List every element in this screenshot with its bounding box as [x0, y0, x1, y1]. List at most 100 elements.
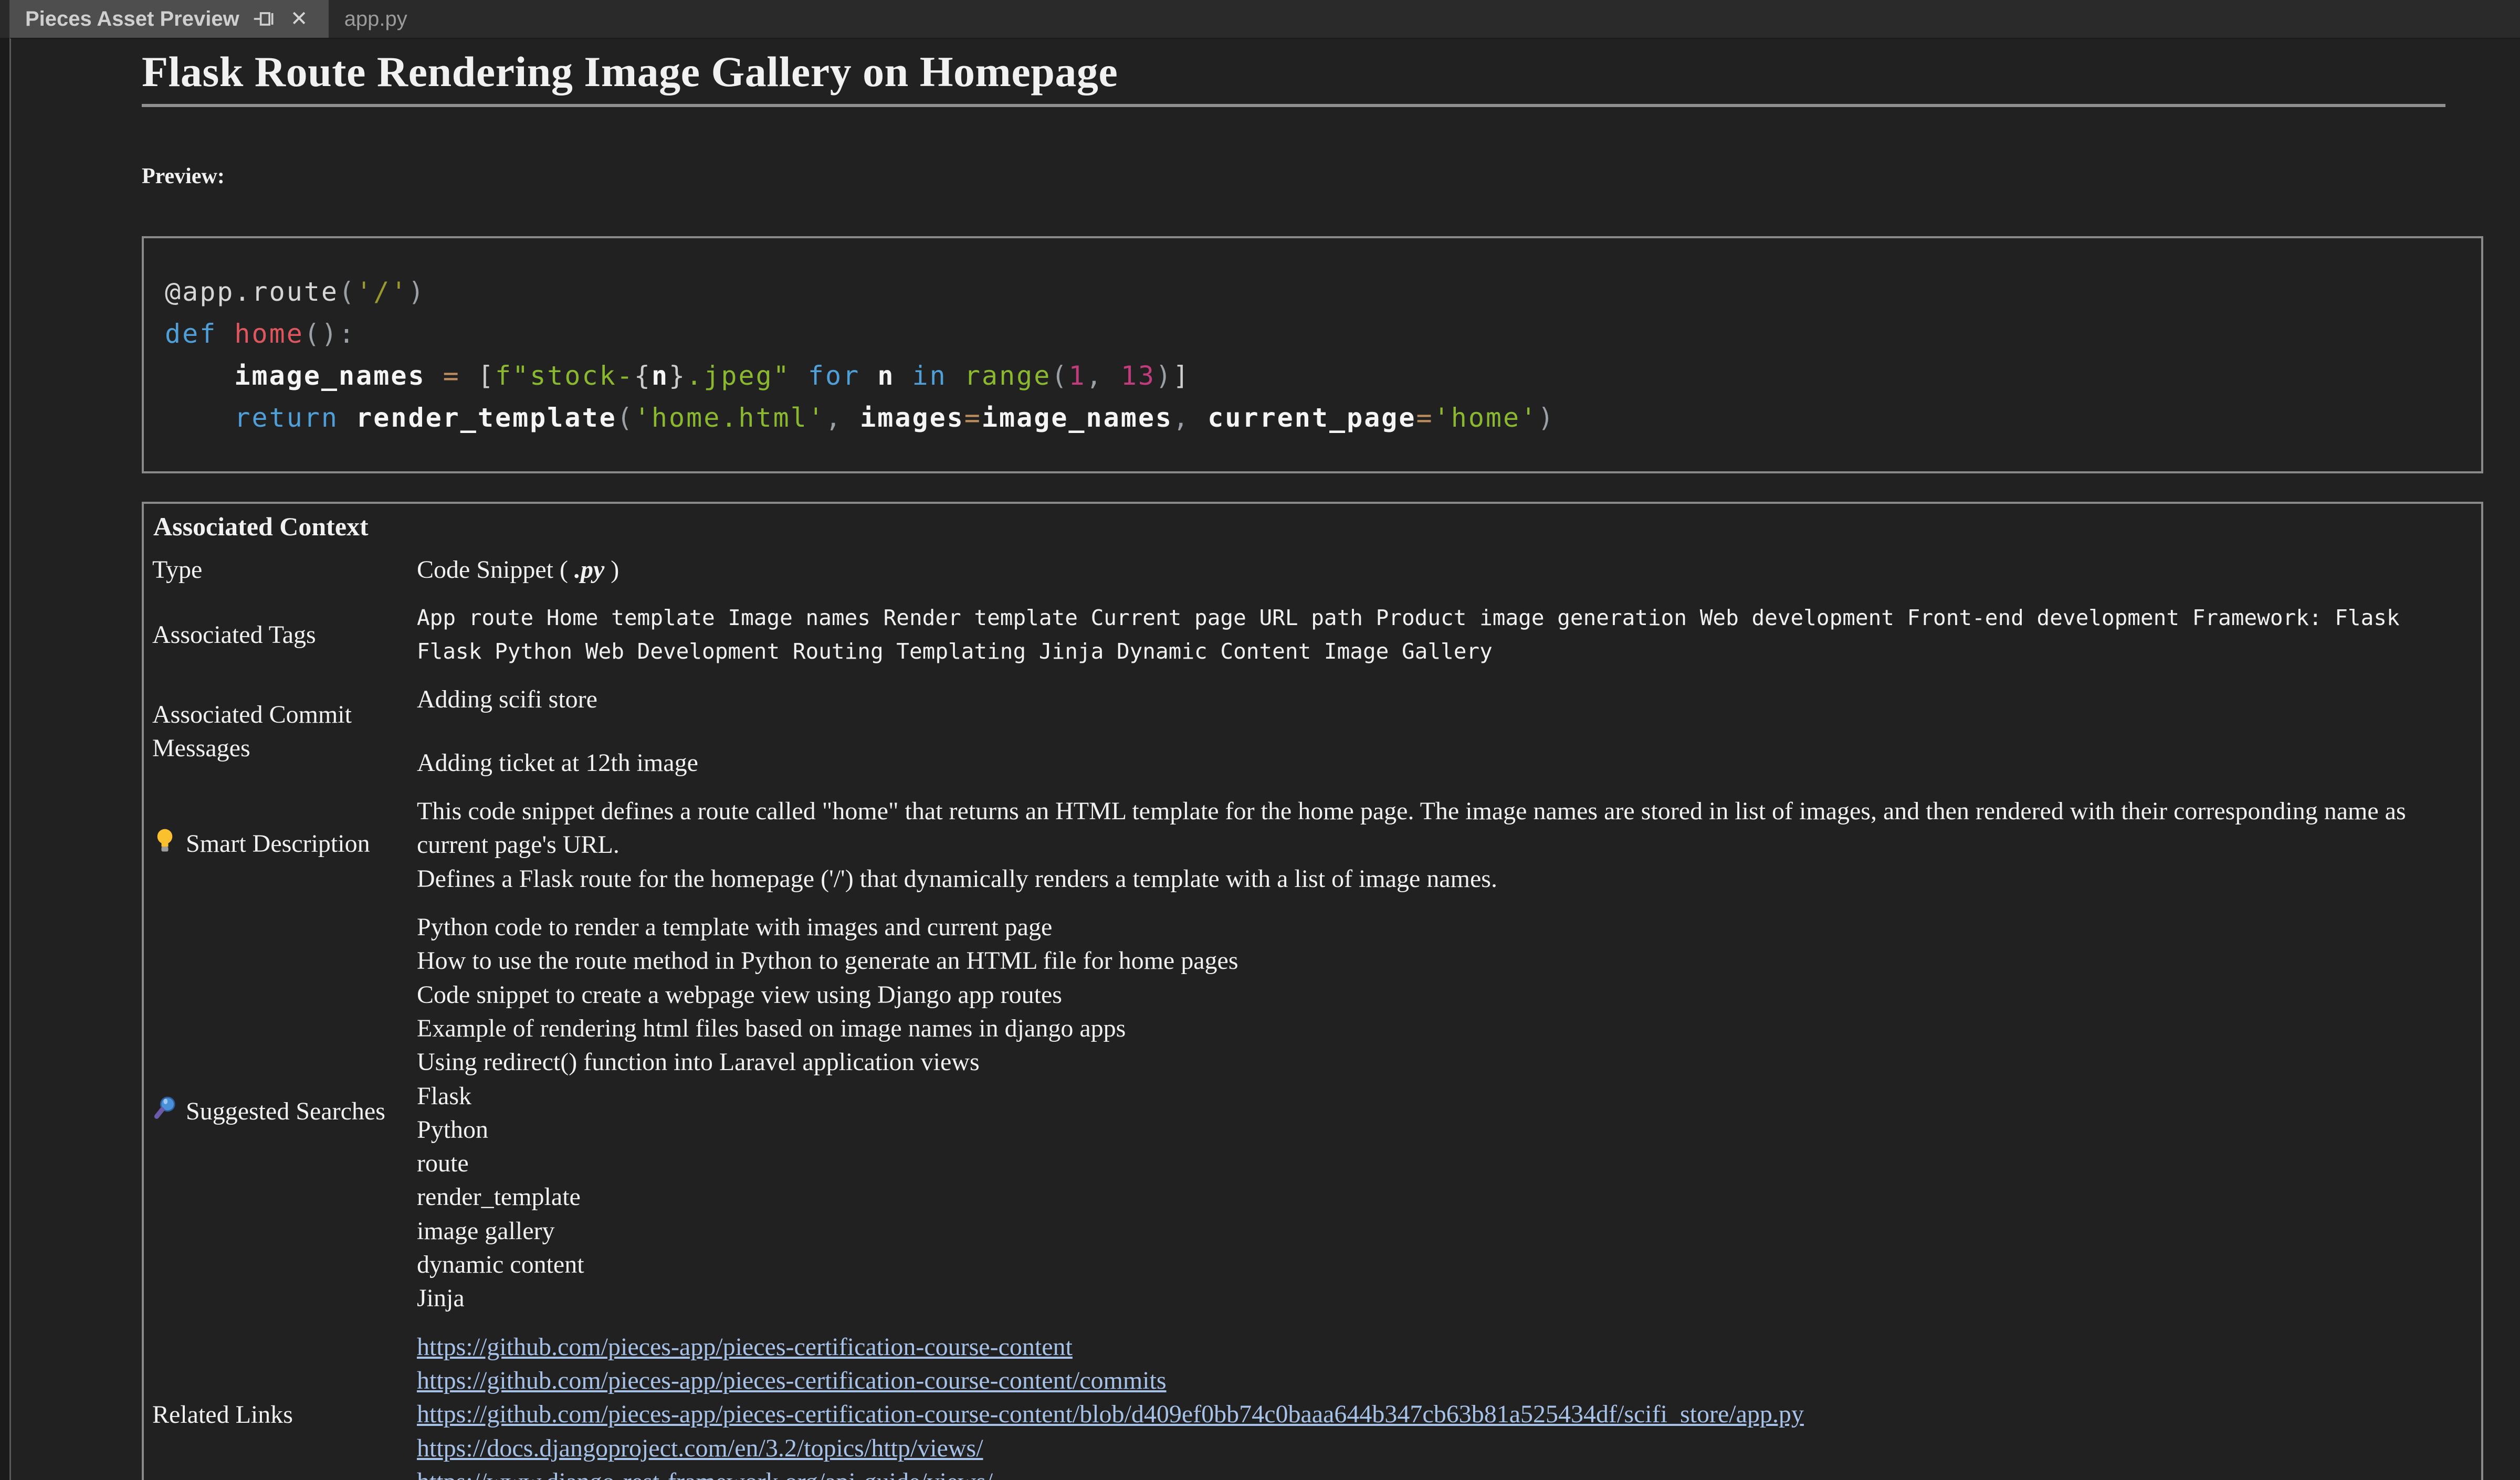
related-link[interactable]: https://github.com/pieces-app/pieces-cer… — [417, 1400, 1804, 1428]
search-item: image gallery — [417, 1214, 2469, 1248]
code-line: def home(): — [165, 313, 2460, 355]
code-token — [895, 361, 912, 391]
related-link[interactable]: https://docs.djangoproject.com/en/3.2/to… — [417, 1434, 983, 1462]
code-token: , — [825, 403, 860, 433]
code-token — [426, 361, 443, 391]
code-token: 13 — [1121, 361, 1156, 391]
code-token — [339, 403, 356, 433]
tab-app-py[interactable]: app.py — [329, 0, 427, 38]
code-line: return render_template('home.html', imag… — [165, 397, 2460, 439]
link-line: https://github.com/pieces-app/pieces-cer… — [417, 1364, 2469, 1398]
table-row: Suggested Searches Python code to render … — [143, 903, 2482, 1323]
tab-pieces-asset-preview[interactable]: Pieces Asset Preview ✕ — [9, 0, 329, 38]
table-row: Type Code Snippet ( .py ) — [143, 546, 2482, 594]
search-item: Using redirect() function into Laravel a… — [417, 1045, 2469, 1079]
tab-label: app.py — [344, 7, 407, 31]
code-token: ) — [1156, 361, 1173, 391]
row-value-tags: App route Home template Image names Rend… — [412, 594, 2482, 675]
code-token — [165, 403, 234, 433]
search-item: render_template — [417, 1180, 2469, 1214]
context-table-header: Associated Context — [143, 503, 2482, 546]
tab-label: Pieces Asset Preview — [25, 7, 239, 31]
table-header-row: Associated Context — [143, 503, 2482, 546]
table-row: Associated Commit MessagesAdding scifi s… — [143, 675, 2482, 787]
row-value-links: https://github.com/pieces-app/pieces-cer… — [412, 1323, 2482, 1480]
search-item: How to use the route method in Python to… — [417, 944, 2469, 978]
table-row: Associated Tags App route Home template I… — [143, 594, 2482, 675]
row-label-searches: Suggested Searches — [143, 903, 412, 1323]
link-line: https://github.com/pieces-app/pieces-cer… — [417, 1398, 2469, 1431]
row-label-description: Smart Description — [143, 787, 412, 903]
code-token: { — [634, 361, 652, 391]
code-token — [165, 361, 234, 391]
related-link[interactable]: https://github.com/pieces-app/pieces-cer… — [417, 1333, 1073, 1361]
code-token: render_template — [356, 403, 617, 433]
code-token: f"stock- — [495, 361, 634, 391]
search-item: route — [417, 1147, 2469, 1180]
code-token: 1 — [1068, 361, 1086, 391]
code-token: @app.route — [165, 277, 339, 307]
row-value-type: Code Snippet ( .py ) — [412, 546, 2482, 594]
search-item: Flask — [417, 1080, 2469, 1113]
code-token: image_names — [234, 361, 425, 391]
row-label-commits: Associated Commit Messages — [143, 675, 412, 787]
code-token: '/' — [356, 277, 408, 307]
search-item: Jinja — [417, 1282, 2469, 1315]
search-item: Python — [417, 1113, 2469, 1147]
code-token: = — [443, 361, 460, 391]
row-label-text: Type — [152, 556, 202, 584]
code-token: n — [652, 361, 669, 391]
description-line: This code snippet defines a route called… — [417, 795, 2469, 862]
file-extension: .py — [574, 556, 604, 584]
code-token: in — [912, 361, 947, 391]
table-row: Related Links https://github.com/pieces-a… — [143, 1323, 2482, 1480]
code-token: ) — [408, 277, 425, 307]
close-icon[interactable]: ✕ — [286, 5, 313, 33]
commit-message: Adding scifi store — [417, 683, 2469, 716]
search-item: Python code to render a template with im… — [417, 911, 2469, 944]
code-token: images — [860, 403, 964, 433]
code-token: ) — [1538, 403, 1555, 433]
code-token: } — [669, 361, 686, 391]
related-link[interactable]: https://github.com/pieces-app/pieces-cer… — [417, 1367, 1167, 1394]
code-token — [460, 361, 478, 391]
code-block: @app.route('/')def home(): image_names =… — [142, 236, 2483, 473]
code-token: (): — [304, 319, 356, 349]
code-token: for — [808, 361, 860, 391]
lightbulb-icon — [152, 828, 177, 863]
code-token: = — [964, 403, 982, 433]
tag-list: App route Home template Image names Rend… — [417, 601, 2469, 668]
search-item: Code snippet to create a webpage view us… — [417, 978, 2469, 1012]
code-token — [217, 319, 234, 349]
code-token: 'home' — [1434, 403, 1538, 433]
search-item: dynamic content — [417, 1248, 2469, 1282]
code-token: [ — [478, 361, 495, 391]
code-token: current_page — [1208, 403, 1416, 433]
code-token: range — [964, 361, 1052, 391]
table-row: Smart DescriptionThis code snippet defin… — [143, 787, 2482, 903]
code-token — [947, 361, 964, 391]
row-value-searches: Python code to render a template with im… — [412, 903, 2482, 1323]
code-token: return — [234, 403, 339, 433]
code-token: def — [165, 319, 217, 349]
commit-message: Adding ticket at 12th image — [417, 746, 2469, 780]
code-token: ( — [1051, 361, 1068, 391]
row-label-links: Related Links — [143, 1323, 412, 1480]
pin-icon[interactable] — [251, 5, 278, 33]
code-token — [860, 361, 877, 391]
code-token — [791, 361, 808, 391]
related-link[interactable]: https://www.django-rest-framework.org/ap… — [417, 1468, 993, 1480]
row-label-text: Suggested Searches — [186, 1097, 385, 1125]
code-line: @app.route('/') — [165, 271, 2460, 313]
code-line: image_names = [f"stock-{n}.jpeg" for n i… — [165, 355, 2460, 397]
row-label-text: Related Links — [152, 1401, 293, 1429]
context-table: Associated Context Type Code Snippet ( .p… — [142, 502, 2483, 1480]
code-token: = — [1416, 403, 1434, 433]
type-value-suffix: ) — [604, 556, 619, 584]
code-token: image_names — [982, 403, 1173, 433]
content-area[interactable]: Flask Route Rendering Image Gallery on H… — [9, 38, 2520, 1480]
code-token: , — [1086, 361, 1121, 391]
search-item: Example of rendering html files based on… — [417, 1012, 2469, 1045]
row-label-text: Associated Tags — [152, 621, 316, 649]
code-token: , — [1173, 403, 1208, 433]
